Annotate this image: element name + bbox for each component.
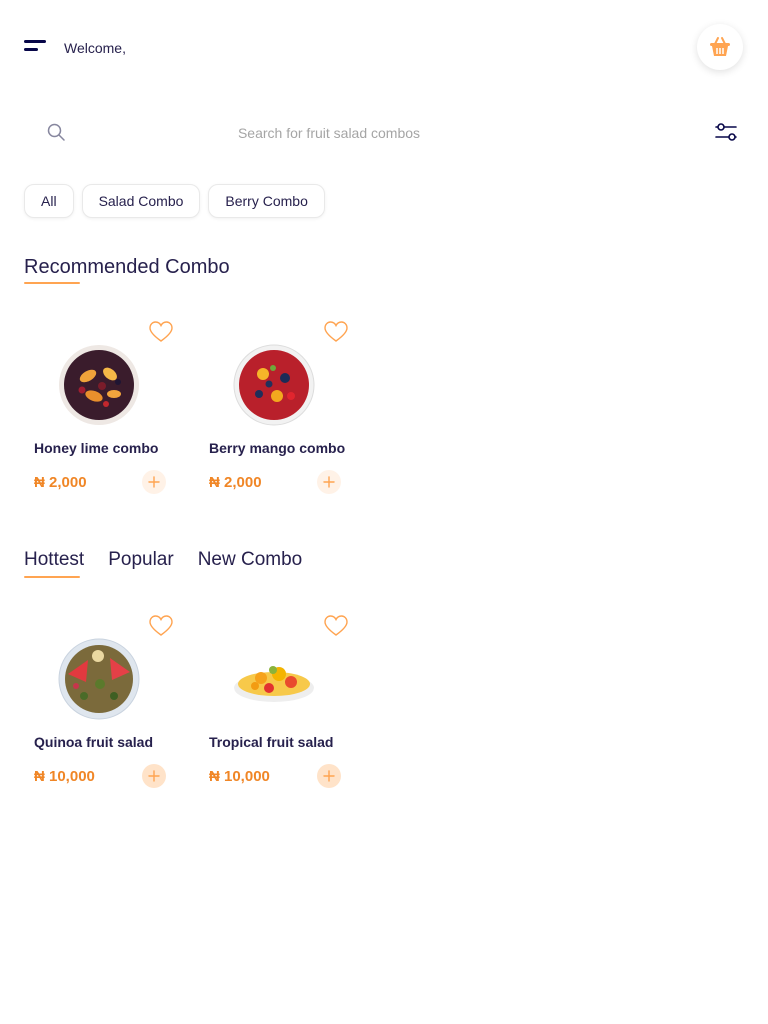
- tropical-fruit-salad-image: [234, 666, 314, 702]
- recommended-underline: [24, 282, 80, 284]
- filter-icon[interactable]: [714, 122, 738, 144]
- combo-card-berry-mango[interactable]: Berry mango combo ₦ 2,000: [199, 310, 359, 510]
- combo-name: Honey lime combo: [34, 440, 159, 456]
- tab-hottest[interactable]: Hottest: [24, 549, 84, 571]
- add-button[interactable]: [317, 470, 341, 494]
- search-icon: [47, 123, 65, 141]
- combo-name: Tropical fruit salad: [209, 734, 334, 750]
- combo-price: ₦ 2,000: [209, 474, 262, 491]
- add-button[interactable]: [142, 764, 166, 788]
- combo-price: ₦ 2,000: [34, 474, 87, 491]
- recommended-title: Recommended Combo: [24, 256, 230, 278]
- quinoa-fruit-salad-image: [58, 638, 140, 720]
- heart-icon[interactable]: [148, 320, 174, 344]
- welcome-text: Welcome,: [64, 40, 126, 56]
- combo-price: ₦ 10,000: [209, 768, 270, 785]
- search-input[interactable]: [80, 118, 578, 148]
- plus-icon: [323, 476, 335, 488]
- basket-button[interactable]: [697, 24, 743, 70]
- menu-icon[interactable]: [24, 40, 48, 54]
- tab-popular[interactable]: Popular: [108, 549, 174, 571]
- category-tabs: Hottest Popular New Combo: [24, 549, 302, 571]
- plus-icon: [148, 476, 160, 488]
- heart-icon[interactable]: [148, 614, 174, 638]
- chip-berry-combo[interactable]: Berry Combo: [208, 184, 325, 218]
- chip-salad-combo[interactable]: Salad Combo: [81, 184, 201, 218]
- combo-card-honey-lime[interactable]: Honey lime combo ₦ 2,000: [24, 310, 184, 510]
- berry-mango-combo-image: [233, 344, 315, 426]
- combo-name: Quinoa fruit salad: [34, 734, 154, 750]
- add-button[interactable]: [317, 764, 341, 788]
- honey-lime-combo-image: [59, 345, 139, 425]
- combo-price: ₦ 10,000: [34, 768, 95, 785]
- category-chips: All Salad Combo Berry Combo: [24, 184, 325, 218]
- heart-icon[interactable]: [323, 320, 349, 344]
- chip-all[interactable]: All: [24, 184, 74, 218]
- add-button[interactable]: [142, 470, 166, 494]
- combo-name: Berry mango combo: [209, 440, 346, 456]
- combo-card-tropical[interactable]: Tropical fruit salad ₦ 10,000: [199, 604, 359, 804]
- plus-icon: [148, 770, 160, 782]
- combo-card-quinoa[interactable]: Quinoa fruit salad ₦ 10,000: [24, 604, 184, 804]
- tab-new-combo[interactable]: New Combo: [198, 549, 303, 571]
- heart-icon[interactable]: [323, 614, 349, 638]
- basket-icon: [710, 37, 730, 56]
- plus-icon: [323, 770, 335, 782]
- active-tab-underline: [24, 576, 80, 578]
